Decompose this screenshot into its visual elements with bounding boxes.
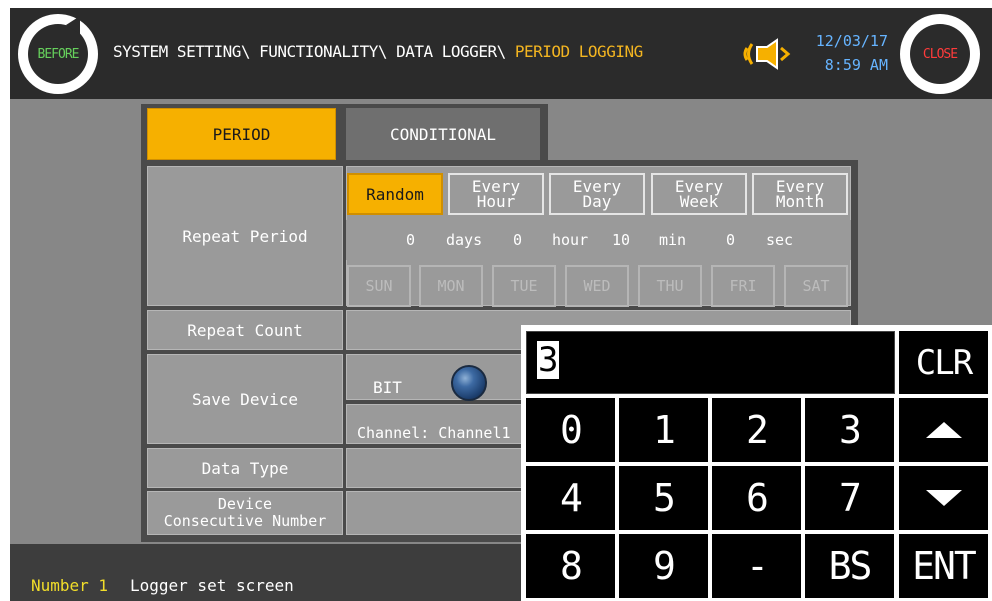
sec-value[interactable]: 0: [726, 231, 735, 249]
device-consecutive-number-label: Device Consecutive Number: [147, 491, 343, 535]
up-button[interactable]: [899, 398, 988, 462]
bit-indicator-lamp[interactable]: [451, 365, 487, 401]
key-8[interactable]: 8: [526, 534, 615, 598]
weekday-fri[interactable]: FRI: [711, 265, 775, 307]
sec-unit: sec: [766, 231, 794, 249]
key-0[interactable]: 0: [526, 398, 615, 462]
speaker-sound-icon[interactable]: [741, 38, 791, 70]
interval-row: 0 days 0 hour 10 min 0 sec: [346, 220, 851, 260]
key-4[interactable]: 4: [526, 466, 615, 530]
down-button[interactable]: [899, 466, 988, 530]
key-5[interactable]: 5: [619, 466, 708, 530]
back-arrow-icon: [66, 16, 80, 34]
channel-label[interactable]: Channel: Channel1: [357, 424, 511, 442]
period-option-random[interactable]: Random: [347, 173, 443, 215]
backspace-button[interactable]: BS: [805, 534, 894, 598]
tab-conditional[interactable]: CONDITIONAL: [346, 108, 540, 160]
close-label: CLOSE: [910, 24, 970, 84]
key-minus[interactable]: -: [712, 534, 801, 598]
key-3[interactable]: 3: [805, 398, 894, 462]
tab-period[interactable]: PERIOD: [147, 108, 336, 160]
status-text: Logger set screen: [130, 576, 294, 595]
period-option-every-hour[interactable]: Every Hour: [448, 173, 544, 215]
weekday-mon[interactable]: MON: [419, 265, 483, 307]
days-unit: days: [446, 231, 483, 249]
weekday-sun[interactable]: SUN: [347, 265, 411, 307]
date-display: 12/03/17: [815, 32, 888, 50]
period-option-every-week[interactable]: Every Week: [651, 173, 747, 215]
numeric-keypad: 3 CLR 0 1 2 3 4 5 6 7 8 9 - BS ENT: [521, 325, 992, 601]
hour-value[interactable]: 0: [513, 231, 522, 249]
bit-label: BIT: [373, 378, 402, 397]
min-unit: min: [659, 231, 687, 249]
enter-button[interactable]: ENT: [899, 534, 988, 598]
period-option-every-day[interactable]: Every Day: [549, 173, 645, 215]
key-1[interactable]: 1: [619, 398, 708, 462]
close-button[interactable]: CLOSE: [900, 14, 980, 94]
key-9[interactable]: 9: [619, 534, 708, 598]
min-value[interactable]: 10: [612, 231, 630, 249]
weekday-sat[interactable]: SAT: [784, 265, 848, 307]
breadcrumb: SYSTEM SETTING\ FUNCTIONALITY\ DATA LOGG…: [113, 42, 643, 61]
down-arrow-icon: [925, 490, 962, 506]
breadcrumb-path: SYSTEM SETTING\ FUNCTIONALITY\ DATA LOGG…: [113, 42, 506, 61]
keypad-display: 3: [526, 331, 895, 394]
logging-mode-tabs: PERIOD CONDITIONAL: [141, 104, 548, 164]
status-number: Number 1: [31, 576, 109, 595]
repeat-period-label: Repeat Period: [147, 166, 343, 306]
key-2[interactable]: 2: [712, 398, 801, 462]
save-device-label: Save Device: [147, 354, 343, 444]
period-option-every-month[interactable]: Every Month: [752, 173, 848, 215]
up-arrow-icon: [925, 422, 962, 438]
days-value[interactable]: 0: [406, 231, 415, 249]
keypad-input-value[interactable]: 3: [537, 341, 560, 379]
time-display: 8:59 AM: [824, 56, 888, 74]
before-button[interactable]: BEFORE: [18, 14, 98, 94]
hour-unit: hour: [552, 231, 589, 249]
repeat-count-label: Repeat Count: [147, 310, 343, 350]
header-bar: BEFORE SYSTEM SETTING\ FUNCTIONALITY\ DA…: [10, 8, 992, 99]
data-type-label: Data Type: [147, 448, 343, 488]
key-6[interactable]: 6: [712, 466, 801, 530]
clear-button[interactable]: CLR: [899, 331, 988, 394]
breadcrumb-current: PERIOD LOGGING: [514, 42, 643, 61]
key-7[interactable]: 7: [805, 466, 894, 530]
weekday-wed[interactable]: WED: [565, 265, 629, 307]
weekday-thu[interactable]: THU: [638, 265, 702, 307]
weekday-tue[interactable]: TUE: [492, 265, 556, 307]
